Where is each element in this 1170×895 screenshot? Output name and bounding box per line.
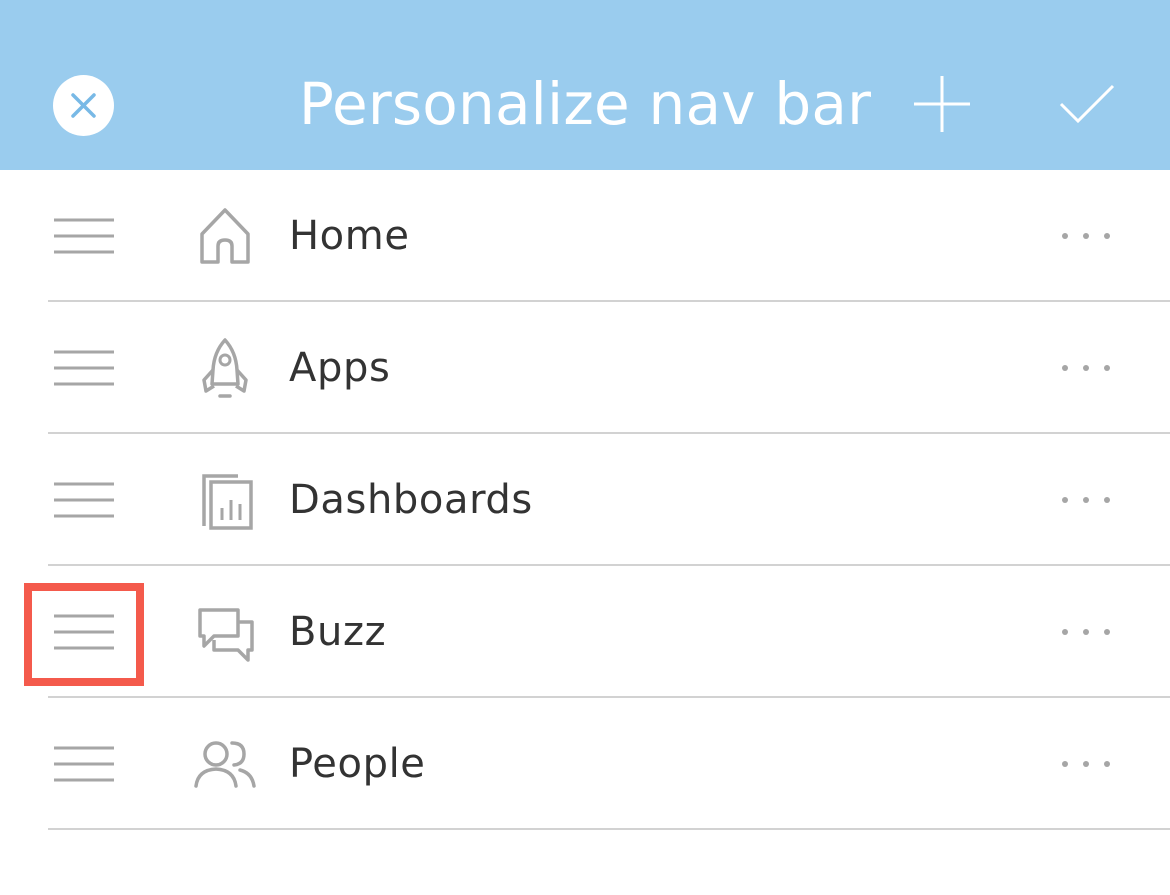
nav-item-list: Home Apps Dashboards Buzz People	[0, 170, 1170, 830]
nav-item-label: Dashboards	[289, 477, 533, 523]
home-icon	[200, 208, 250, 264]
drag-handle-highlight	[24, 583, 144, 686]
row-divider	[48, 828, 1170, 830]
done-button[interactable]	[1058, 82, 1116, 126]
nav-item-people[interactable]: People	[0, 698, 1170, 830]
page-title: Personalize nav bar	[298, 70, 872, 138]
people-icon	[194, 741, 256, 788]
dashboard-icon	[202, 474, 253, 530]
more-icon[interactable]	[1058, 358, 1114, 378]
nav-item-label: People	[289, 741, 426, 787]
checkmark-icon	[1059, 84, 1115, 124]
rocket-icon	[202, 338, 248, 398]
nav-item-home[interactable]: Home	[0, 170, 1170, 302]
chat-bubbles-icon	[198, 608, 254, 662]
more-icon[interactable]	[1058, 226, 1114, 246]
more-icon[interactable]	[1058, 754, 1114, 774]
nav-item-label: Buzz	[289, 609, 387, 655]
nav-item-buzz[interactable]: Buzz	[0, 566, 1170, 698]
drag-handle-icon[interactable]	[53, 218, 115, 254]
add-button[interactable]	[912, 74, 972, 134]
more-icon[interactable]	[1058, 622, 1114, 642]
drag-handle-icon[interactable]	[53, 350, 115, 386]
more-icon[interactable]	[1058, 490, 1114, 510]
plus-icon	[914, 76, 970, 132]
nav-item-dashboards[interactable]: Dashboards	[0, 434, 1170, 566]
nav-item-label: Home	[289, 213, 410, 259]
nav-item-label: Apps	[289, 345, 391, 391]
nav-item-apps[interactable]: Apps	[0, 302, 1170, 434]
header-bar: Personalize nav bar	[0, 0, 1170, 170]
drag-handle-icon[interactable]	[53, 746, 115, 782]
drag-handle-icon[interactable]	[53, 482, 115, 518]
